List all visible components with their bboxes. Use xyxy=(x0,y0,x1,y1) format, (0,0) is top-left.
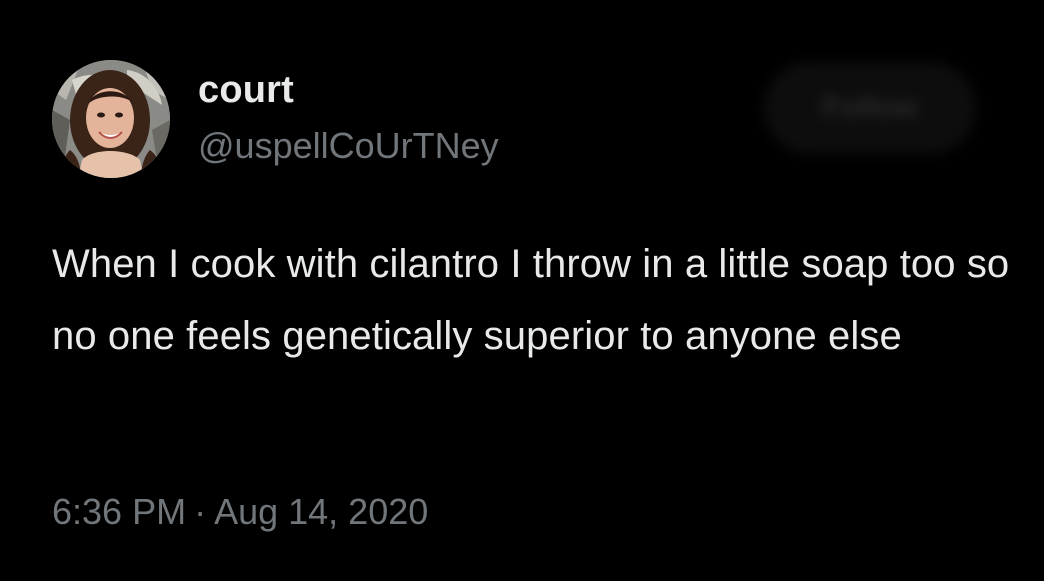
tweet-text: When I cook with cilantro I throw in a l… xyxy=(52,242,1010,358)
user-handle[interactable]: @uspellCoUrTNey xyxy=(198,124,499,168)
avatar[interactable] xyxy=(52,60,170,178)
tweet-date[interactable]: Aug 14, 2020 xyxy=(214,491,428,532)
meta-separator: · xyxy=(194,491,207,532)
follow-button[interactable]: Follow xyxy=(764,62,976,154)
profile-photo-icon xyxy=(52,60,170,178)
display-name[interactable]: court xyxy=(198,68,499,112)
tweet-card: court @uspellCoUrTNey Follow When I cook… xyxy=(0,0,1044,581)
tweet-header: court @uspellCoUrTNey Follow xyxy=(52,60,992,180)
user-names: court @uspellCoUrTNey xyxy=(198,68,499,168)
tweet-time[interactable]: 6:36 PM xyxy=(52,491,186,532)
tweet-meta: 6:36 PM · Aug 14, 2020 xyxy=(52,488,428,536)
